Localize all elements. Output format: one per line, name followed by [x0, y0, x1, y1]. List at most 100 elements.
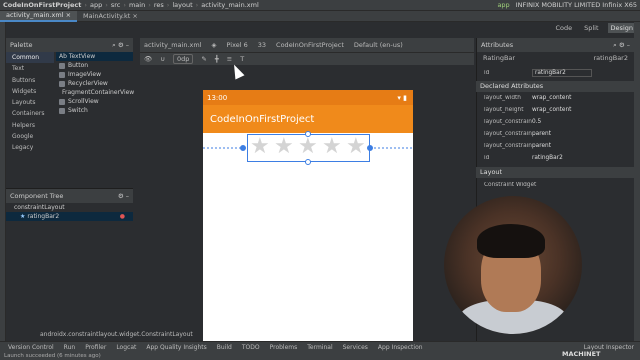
logcat-button[interactable]: Logcat: [116, 344, 136, 351]
palette-category[interactable]: Containers: [6, 108, 54, 119]
palette-category[interactable]: Text: [6, 63, 54, 74]
layout-section-header[interactable]: Layout: [476, 167, 634, 178]
attr-value[interactable]: wrap_content: [532, 95, 571, 101]
rating-star[interactable]: ★: [322, 136, 342, 158]
id-input[interactable]: ratingBar2: [532, 68, 592, 77]
build-button[interactable]: Build: [217, 344, 232, 351]
profiler-button[interactable]: Profiler: [85, 344, 106, 351]
left-constraint-handle[interactable]: [240, 145, 246, 151]
api-select[interactable]: 33: [258, 41, 266, 49]
nav-main[interactable]: main: [126, 1, 148, 9]
attr-value[interactable]: 0.5: [532, 119, 541, 125]
nav-layout[interactable]: layout: [169, 1, 195, 9]
attr-row[interactable]: layout_constraintHor...0.5: [476, 117, 634, 127]
palette-category[interactable]: Legacy: [6, 142, 54, 153]
tab-main-activity[interactable]: MainActivity.kt ×: [77, 11, 144, 22]
navigation-bar: CodeInOnFirstProject › app › src › main › re…: [0, 0, 640, 11]
layout-breadcrumb[interactable]: androidx.constraintlayout.widget.Constra…: [40, 331, 193, 338]
constraint-toolbar: 👁 ∪ 0dp ✎ ╋ ≡ T: [140, 52, 474, 65]
search-icon[interactable]: ⌕ ⚙ –: [613, 41, 630, 50]
palette-item[interactable]: ImageView: [56, 70, 133, 79]
rating-star[interactable]: ★: [298, 136, 318, 158]
default-margin-select[interactable]: 0dp: [173, 54, 194, 64]
device-select[interactable]: INFINIX MOBILITY LIMITED Infinix X65: [513, 1, 640, 9]
attr-row[interactable]: id ratingBar2: [476, 153, 634, 163]
palette-category[interactable]: Common: [6, 52, 54, 64]
widget-id-label: ratingBar2: [593, 54, 628, 62]
services-button[interactable]: Services: [343, 344, 368, 351]
nav-project[interactable]: CodeInOnFirstProject: [0, 1, 84, 9]
device-preview-select[interactable]: Pixel 6: [227, 41, 248, 49]
palette-category[interactable]: Buttons: [6, 75, 54, 86]
palette-category[interactable]: Layouts: [6, 97, 54, 108]
locale-select[interactable]: Default (en-us): [354, 41, 403, 49]
palette-item[interactable]: RecyclerView: [56, 79, 133, 88]
terminal-button[interactable]: Terminal: [307, 344, 332, 351]
app-title: CodeInOnFirstProject: [210, 113, 315, 125]
status-line: Launch succeeded (6 minutes ago): [0, 353, 640, 360]
palette-item[interactable]: Switch: [56, 106, 133, 115]
palette-category[interactable]: Google: [6, 131, 54, 142]
nav-res[interactable]: res: [151, 1, 167, 9]
palette-item[interactable]: FragmentContainerView: [56, 88, 134, 97]
nav-app[interactable]: app: [87, 1, 105, 9]
layers-icon[interactable]: ◈: [212, 41, 217, 49]
nav-file[interactable]: activity_main.xml: [198, 1, 262, 9]
declared-attributes-header[interactable]: Declared Attributes: [476, 81, 634, 92]
top-constraint-handle[interactable]: [305, 131, 311, 137]
align-icon[interactable]: ≡: [227, 55, 232, 63]
attr-key: id: [484, 69, 490, 76]
layout-widget-label: Constraint Widget: [484, 181, 537, 188]
attr-value[interactable]: wrap_content: [532, 107, 571, 113]
magnet-icon[interactable]: ∪: [160, 55, 165, 63]
eye-icon[interactable]: 👁: [144, 55, 152, 63]
attr-value[interactable]: ratingBar2: [532, 155, 563, 161]
error-icon[interactable]: ●: [120, 212, 125, 221]
palette-item-label: Ab TextView: [59, 53, 96, 60]
status-time: 13:00: [207, 93, 228, 102]
attr-key: layout_height: [484, 106, 524, 113]
attr-row[interactable]: layout_width wrap_content: [476, 93, 634, 103]
palette-item[interactable]: Ab TextView: [56, 52, 133, 61]
nav-src[interactable]: src: [108, 1, 124, 9]
palette-category[interactable]: Widgets: [6, 86, 54, 97]
attr-row[interactable]: layout_height wrap_content: [476, 105, 634, 115]
palette-item[interactable]: Button: [56, 61, 133, 70]
right-constraint-handle[interactable]: [367, 145, 373, 151]
wand-icon[interactable]: ✎: [201, 55, 206, 63]
attr-value[interactable]: parent: [532, 131, 551, 137]
gear-icon[interactable]: ⚙ –: [118, 192, 129, 200]
design-mode-button[interactable]: Design: [607, 23, 636, 33]
button-icon: [59, 62, 65, 69]
rating-star[interactable]: ★: [346, 136, 366, 158]
run-config-select[interactable]: app: [494, 1, 512, 9]
problems-button[interactable]: Problems: [270, 344, 298, 351]
run-button[interactable]: Run: [64, 344, 76, 351]
rating-star[interactable]: ★: [274, 136, 294, 158]
tree-item-constraint-layout[interactable]: constraintLayout: [6, 203, 133, 212]
theme-select[interactable]: CodeInOnFirstProject: [276, 41, 344, 49]
app-quality-insights-button[interactable]: App Quality Insights: [146, 344, 206, 351]
split-mode-button[interactable]: Split: [581, 23, 601, 33]
attr-row[interactable]: layout_constraintStar...parent: [476, 141, 634, 151]
tab-label: activity_main.xml: [6, 11, 64, 19]
palette-item[interactable]: ScrollView: [56, 97, 133, 106]
tree-item-rating-bar[interactable]: ★ ratingBar2 ●: [6, 212, 133, 221]
code-mode-button[interactable]: Code: [552, 23, 575, 33]
version-control-button[interactable]: Version Control: [8, 344, 54, 351]
bottom-constraint-handle[interactable]: [305, 159, 311, 165]
guidelines-icon[interactable]: ╋: [215, 55, 219, 63]
app-inspection-button[interactable]: App Inspection: [378, 344, 423, 351]
id-row: id ratingBar2: [476, 68, 634, 78]
tab-activity-main[interactable]: activity_main.xml ×: [0, 10, 78, 22]
rating-star[interactable]: ★: [250, 136, 270, 158]
attr-value[interactable]: parent: [532, 143, 551, 149]
todo-button[interactable]: TODO: [242, 344, 260, 351]
palette-search-icon[interactable]: ⌕ ⚙ –: [112, 41, 129, 50]
file-select[interactable]: activity_main.xml: [144, 41, 202, 49]
palette-category[interactable]: Helpers: [6, 120, 54, 131]
list-icon: [59, 80, 65, 87]
text-baseline-icon[interactable]: T: [240, 55, 244, 63]
attr-row[interactable]: layout_constraintEnd...parent: [476, 129, 634, 139]
palette-categories: Common Text Buttons Widgets Layouts Cont…: [6, 52, 54, 154]
